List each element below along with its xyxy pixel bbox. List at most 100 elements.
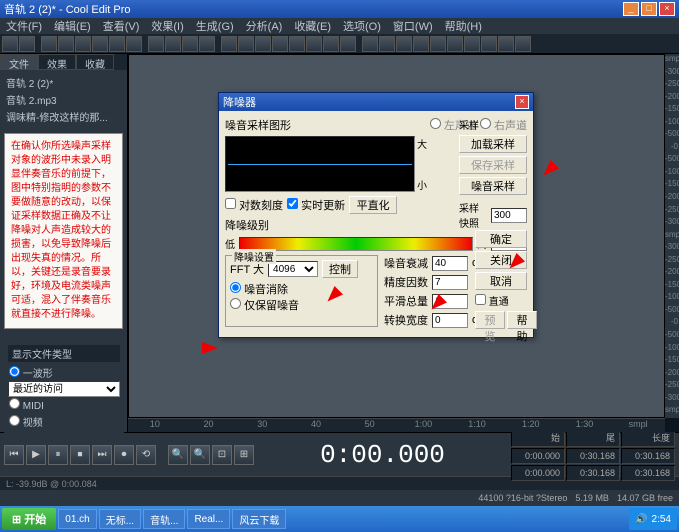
tab-file[interactable]: 文件: [0, 54, 38, 70]
menu-file[interactable]: 文件(F): [6, 18, 42, 34]
tool-button[interactable]: [41, 36, 57, 52]
dialog-titlebar[interactable]: 降噪器 ×: [219, 93, 533, 111]
zoom-in-button[interactable]: 🔍: [168, 445, 188, 465]
tool-button[interactable]: [58, 36, 74, 52]
tool-button[interactable]: [126, 36, 142, 52]
start-button[interactable]: ⊞ 开始: [2, 508, 56, 530]
tool-button[interactable]: [306, 36, 322, 52]
tool-button[interactable]: [396, 36, 412, 52]
list-item[interactable]: 音轨 2 (2)*: [4, 74, 123, 91]
tool-button[interactable]: [92, 36, 108, 52]
tool-button[interactable]: [19, 36, 35, 52]
flatten-button[interactable]: 平直化: [349, 196, 397, 214]
transport-bar: ⏮ ▶ ⏸ ⏹ ⏭ ⏺ ⟲ 🔍 🔍 ⊡ ⊞ 0:00.000 始 尾 长度 0:…: [0, 432, 679, 476]
tool-button[interactable]: [379, 36, 395, 52]
get-profile-button[interactable]: 噪音采样: [459, 177, 527, 195]
play-button[interactable]: ▶: [26, 445, 46, 465]
list-item[interactable]: 调味精-修改这样的那...: [4, 108, 123, 125]
tool-button[interactable]: [165, 36, 181, 52]
menu-effects[interactable]: 效果(I): [151, 18, 183, 34]
atten-input[interactable]: [432, 256, 468, 271]
precision-input[interactable]: [432, 275, 468, 290]
snapshot-input[interactable]: [491, 208, 527, 223]
bypass-check[interactable]: 直通: [475, 293, 527, 308]
zoom-fit-button[interactable]: ⊡: [212, 445, 232, 465]
dialog-close-button[interactable]: ×: [515, 95, 529, 109]
remove-noise-radio[interactable]: 噪音消除: [230, 284, 288, 296]
pause-button[interactable]: ⏸: [48, 445, 68, 465]
info-annotation: 在确认你所选噪声采样对象的波形中未录入明显伴奏音乐的前提下，图中特别指明的参数不…: [4, 133, 123, 329]
keep-noise-radio[interactable]: 仅保留噪音: [230, 300, 299, 312]
stop-button[interactable]: ⏹: [70, 445, 90, 465]
list-item[interactable]: 音轨 2.mp3: [4, 91, 123, 108]
load-profile-button[interactable]: 加载采样: [459, 135, 527, 153]
menu-analyze[interactable]: 分析(A): [246, 18, 283, 34]
left-channel-radio[interactable]: [430, 118, 441, 129]
tool-button[interactable]: [413, 36, 429, 52]
rewind-button[interactable]: ⏮: [4, 445, 24, 465]
help-button[interactable]: 帮助: [507, 311, 537, 329]
snapshot-label: 采样快照: [459, 200, 487, 230]
recent-select[interactable]: 最近的访问: [8, 381, 120, 397]
minimize-button[interactable]: _: [623, 2, 639, 16]
tool-button[interactable]: [340, 36, 356, 52]
window-close-button[interactable]: ×: [659, 2, 675, 16]
display-opt-wave[interactable]: 一波形: [8, 364, 120, 381]
tool-button[interactable]: [2, 36, 18, 52]
tool-button[interactable]: [447, 36, 463, 52]
tab-fx[interactable]: 效果: [38, 54, 76, 70]
zoom-sel-button[interactable]: ⊞: [234, 445, 254, 465]
display-opt-video[interactable]: 视频: [8, 413, 120, 430]
disk-status: 14.07 GB free: [617, 493, 673, 503]
tool-button[interactable]: [515, 36, 531, 52]
tool-button[interactable]: [498, 36, 514, 52]
menu-view[interactable]: 查看(V): [103, 18, 140, 34]
display-type-panel: 显示文件类型 一波形 最近的访问 MIDI 视频: [4, 341, 124, 434]
tool-button[interactable]: [109, 36, 125, 52]
menu-window[interactable]: 窗口(W): [393, 18, 433, 34]
tray-icon[interactable]: 🔊: [635, 514, 647, 525]
tool-button[interactable]: [289, 36, 305, 52]
cancel-button[interactable]: 取消: [475, 272, 527, 290]
tool-button[interactable]: [199, 36, 215, 52]
tool-button[interactable]: [238, 36, 254, 52]
tool-button[interactable]: [148, 36, 164, 52]
tool-button[interactable]: [221, 36, 237, 52]
taskbar-item[interactable]: 音轨...: [143, 509, 185, 529]
record-button[interactable]: ⏺: [114, 445, 134, 465]
size-status: 5.19 MB: [575, 493, 609, 503]
tool-button[interactable]: [182, 36, 198, 52]
trans-input[interactable]: [432, 313, 468, 328]
realtime-check[interactable]: 实时更新: [287, 197, 345, 213]
taskbar-item[interactable]: Real...: [187, 509, 230, 529]
menu-options[interactable]: 选项(O): [343, 18, 381, 34]
system-tray[interactable]: 🔊 2:54: [629, 508, 677, 530]
timeline[interactable]: 10203040501:001:101:201:30smpl: [128, 418, 665, 432]
taskbar-item[interactable]: 无标...: [99, 509, 141, 529]
tool-button[interactable]: [255, 36, 271, 52]
tool-button[interactable]: [362, 36, 378, 52]
taskbar-item[interactable]: 风云下载: [232, 509, 286, 529]
forward-button[interactable]: ⏭: [92, 445, 112, 465]
control-button[interactable]: 控制: [322, 260, 358, 278]
menu-help[interactable]: 帮助(H): [445, 18, 482, 34]
tool-button[interactable]: [75, 36, 91, 52]
tool-button[interactable]: [464, 36, 480, 52]
tool-button[interactable]: [272, 36, 288, 52]
ok-button[interactable]: 确定: [475, 230, 527, 248]
log-scale-check[interactable]: 对数刻度: [225, 197, 283, 213]
maximize-button[interactable]: □: [641, 2, 657, 16]
menu-generate[interactable]: 生成(G): [196, 18, 234, 34]
tool-button[interactable]: [481, 36, 497, 52]
loop-button[interactable]: ⟲: [136, 445, 156, 465]
save-profile-button[interactable]: 保存采样: [459, 156, 527, 174]
taskbar-item[interactable]: 01.ch: [58, 509, 96, 529]
tool-button[interactable]: [430, 36, 446, 52]
display-opt-midi[interactable]: MIDI: [8, 397, 120, 413]
zoom-out-button[interactable]: 🔍: [190, 445, 210, 465]
preview-button[interactable]: 预览: [475, 311, 505, 329]
menu-edit[interactable]: 编辑(E): [54, 18, 91, 34]
tool-button[interactable]: [323, 36, 339, 52]
tab-fav[interactable]: 收藏: [76, 54, 114, 70]
menu-fav[interactable]: 收藏(E): [294, 18, 331, 34]
